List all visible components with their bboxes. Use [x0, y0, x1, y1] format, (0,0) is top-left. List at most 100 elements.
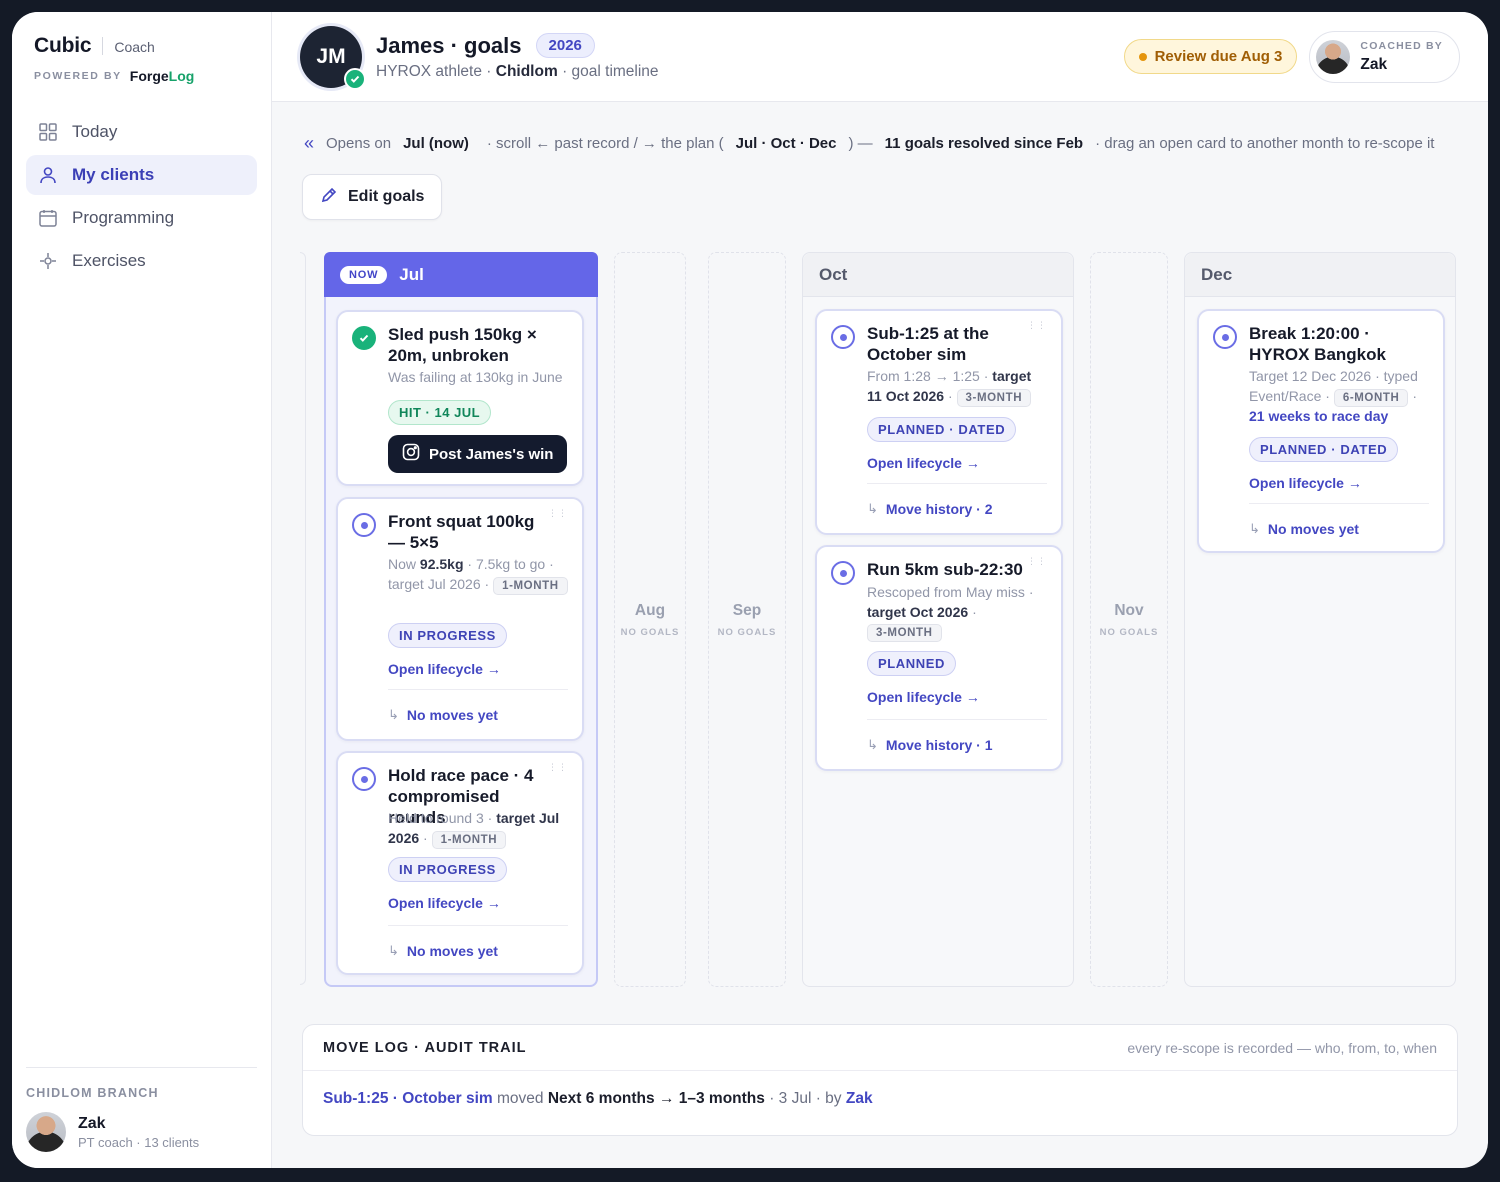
- goal-card-front-squat[interactable]: ⋮⋮ Front squat 100kg — 5×5 Now 92.5kg · …: [336, 497, 584, 741]
- goal-timeline[interactable]: NOW Jul Sled push 150kg × 20m, unbroken …: [300, 252, 1460, 1000]
- sidebar-item-label: Today: [72, 122, 118, 141]
- goal-card-race-pace[interactable]: ⋮⋮ Hold race pace · 4 compromised rounds…: [336, 751, 584, 975]
- sidebar-item-label: Programming: [72, 208, 175, 227]
- move-log-title: MOVE LOG · AUDIT TRAIL: [323, 1039, 527, 1056]
- user-icon: [38, 165, 58, 185]
- edit-goals-label: Edit goals: [348, 188, 425, 205]
- meta-separator: ·: [484, 575, 490, 592]
- race-countdown: 21 weeks to race day: [1249, 407, 1389, 424]
- open-lifecycle-link[interactable]: Open lifecycle →: [388, 895, 501, 911]
- horizon-tag: 1-MONTH: [493, 576, 568, 595]
- client-initials: JM: [316, 44, 346, 68]
- avatar: [1316, 39, 1351, 74]
- goal-card-sled-push[interactable]: Sled push 150kg × 20m, unbroken Was fail…: [336, 310, 584, 486]
- client-subtitle-part-a: HYROX athlete ·: [376, 62, 492, 80]
- open-lifecycle-link[interactable]: Open lifecycle →: [1249, 475, 1362, 491]
- goal-title: Sled push 150kg × 20m, unbroken: [388, 325, 537, 365]
- client-avatar: JM: [300, 25, 366, 90]
- move-history-link[interactable]: ↳ No moves yet: [1249, 521, 1359, 537]
- goal-meta-text: Rescoped from May miss ·: [867, 584, 1034, 600]
- card-divider: [867, 719, 1047, 720]
- move-log-entry: Sub-1:25 · October sim moved Next 6 mont…: [303, 1071, 1457, 1127]
- goal-title: Front squat 100kg — 5×5: [388, 512, 535, 552]
- sidebar-item-label: Exercises: [72, 251, 146, 270]
- sidebar-item-exercises[interactable]: Exercises: [26, 241, 257, 281]
- hint-close: ) —: [848, 134, 873, 152]
- meta-separator: ·: [947, 387, 953, 404]
- goal-card-october-sim[interactable]: ⋮⋮ Sub-1:25 at the October sim From 1:28…: [815, 309, 1063, 535]
- review-due-label: Review due Aug 3: [1154, 48, 1283, 65]
- move-history-link[interactable]: ↳ No moves yet: [388, 943, 498, 959]
- month-column-oct[interactable]: Oct ⋮⋮ Sub-1:25 at the October sim From …: [802, 252, 1074, 987]
- horizon-tag: 6-MONTH: [1333, 388, 1409, 407]
- return-arrow-icon: ↳: [867, 501, 878, 516]
- client-subtitle-part-c: · goal timeline: [562, 62, 659, 80]
- goal-meta: Now 92.5kg · 7.5kg to go · target Jul 20…: [388, 555, 568, 595]
- sidebar-item-label: My clients: [72, 165, 155, 184]
- target-circle-icon: [831, 325, 855, 349]
- move-log-goal-link[interactable]: Sub-1:25 · October sim: [323, 1090, 493, 1107]
- goal-meta: Was failing at 130kg in June: [388, 369, 563, 385]
- goal-card-hyrox-bangkok[interactable]: Break 1:20:00 · HYROX Bangkok Target 12 …: [1197, 309, 1445, 553]
- open-lifecycle-link[interactable]: Open lifecycle →: [867, 455, 980, 471]
- move-log-author-link[interactable]: Zak: [846, 1090, 873, 1107]
- open-lifecycle-link[interactable]: Open lifecycle →: [388, 661, 501, 677]
- goal-meta-text: Held to round 3 ·: [388, 810, 493, 826]
- sidebar-item-programming[interactable]: Programming: [26, 198, 257, 238]
- past-column-edge[interactable]: [300, 252, 306, 985]
- move-history-label: Move history · 2: [885, 501, 993, 517]
- hint-scroll: · scroll ← past record / → the plan (: [486, 134, 724, 152]
- target-circle-icon: [352, 767, 376, 791]
- move-history-label: No moves yet: [406, 707, 498, 723]
- double-chevron-left-icon[interactable]: «: [304, 134, 314, 152]
- pencil-icon: [320, 186, 338, 209]
- month-column-dec[interactable]: Dec Break 1:20:00 · HYROX Bangkok Target…: [1184, 252, 1456, 987]
- goal-card-run-5km[interactable]: ⋮⋮ Run 5km sub-22:30 Rescoped from May m…: [815, 545, 1063, 771]
- calendar-icon: [38, 208, 58, 228]
- horizon-tag: 1-MONTH: [431, 830, 507, 849]
- powered-brand-part-b: Log: [168, 68, 195, 84]
- verified-check-icon: [344, 67, 366, 90]
- move-history-link[interactable]: ↳ Move history · 2: [867, 501, 993, 517]
- horizon-tag: 3-MONTH: [867, 624, 942, 642]
- powered-brand-part-a: Forge: [129, 68, 169, 84]
- card-divider: [867, 483, 1047, 484]
- month-column-nov[interactable]: Nov NO GOALS: [1090, 252, 1168, 987]
- move-history-label: No moves yet: [406, 943, 498, 959]
- card-divider: [388, 689, 568, 690]
- sidebar-item-today[interactable]: Today: [26, 112, 257, 152]
- year-badge[interactable]: 2026: [535, 33, 595, 58]
- edit-goals-button[interactable]: Edit goals: [302, 174, 443, 220]
- hint-opens-month: Jul (now): [403, 134, 469, 152]
- current-user[interactable]: Zak PT coach · 13 clients: [26, 1112, 257, 1152]
- month-title: Nov: [1114, 601, 1144, 619]
- month-header-dec: Dec: [1185, 253, 1455, 297]
- move-log-verb: moved: [497, 1090, 544, 1107]
- post-win-button[interactable]: Post James's win: [388, 435, 568, 473]
- client-header: JM James · goals 2026 HYROX athlete · Ch…: [272, 12, 1488, 102]
- client-info: James · goals 2026 HYROX athlete · Chidl…: [376, 33, 659, 81]
- open-lifecycle-link[interactable]: Open lifecycle →: [867, 689, 980, 705]
- grid-icon: [38, 122, 58, 142]
- review-due-badge[interactable]: Review due Aug 3: [1123, 39, 1298, 74]
- month-column-aug[interactable]: Aug NO GOALS: [614, 252, 686, 987]
- hit-badge: HIT · 14 JUL: [388, 400, 492, 425]
- move-history-link[interactable]: ↳ Move history · 1: [867, 737, 993, 753]
- meta-separator: ·: [1412, 387, 1417, 404]
- horizon-tag: 3-MONTH: [956, 388, 1032, 407]
- month-column-sep[interactable]: Sep NO GOALS: [708, 252, 786, 987]
- no-goals-label: NO GOALS: [620, 626, 680, 638]
- move-history-label: No moves yet: [1267, 521, 1359, 537]
- move-history-link[interactable]: ↳ No moves yet: [388, 707, 498, 723]
- card-divider: [1249, 503, 1429, 504]
- client-subtitle: HYROX athlete · Chidlom · goal timeline: [376, 63, 659, 81]
- hint-drag: · drag an open card to another month to …: [1095, 134, 1435, 152]
- coached-by-card[interactable]: COACHED BY Zak: [1309, 30, 1460, 83]
- main-content: JM James · goals 2026 HYROX athlete · Ch…: [272, 12, 1488, 1168]
- status-badge: PLANNED: [867, 651, 957, 676]
- return-arrow-icon: ↳: [388, 943, 399, 958]
- month-column-jul[interactable]: NOW Jul Sled push 150kg × 20m, unbroken …: [324, 252, 598, 987]
- sidebar-item-my-clients[interactable]: My clients: [26, 155, 257, 195]
- no-goals-label: NO GOALS: [717, 626, 777, 638]
- goal-title: Break 1:20:00 · HYROX Bangkok: [1249, 324, 1386, 364]
